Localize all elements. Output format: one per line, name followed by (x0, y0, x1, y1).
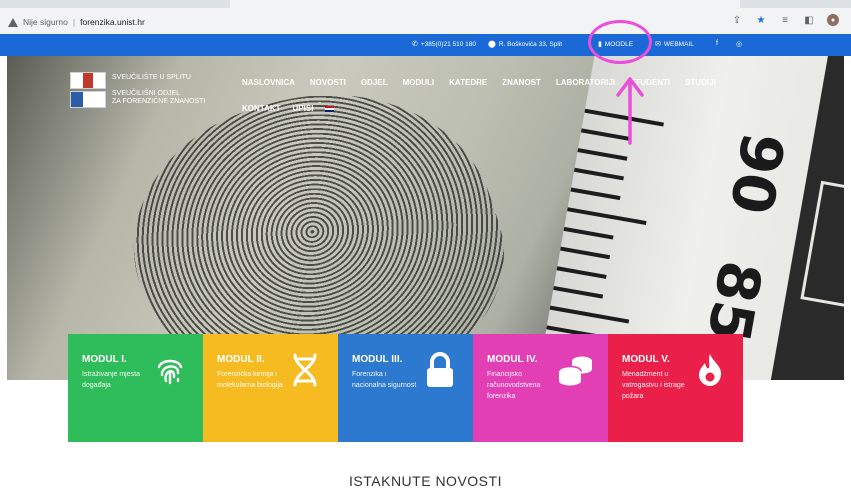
module-tile-5[interactable]: MODUL V. Menadžment u vatrogastvu i istr… (608, 334, 743, 442)
logo-university: SVEUČILIŠTE U SPLITU (112, 74, 191, 81)
nav-item-katedre[interactable]: KATEDRE (449, 78, 487, 87)
contact-bar: ✆ +385(0)21 510 180 ⬤ R. Boškovića 33, S… (0, 34, 851, 56)
ruler-number: 90 (716, 127, 798, 220)
browser-toolbar: Nije sigurno | forenzika.unist.hr ⇪ ★ ≡ … (0, 0, 851, 34)
module-tile-1[interactable]: MODUL I. Istraživanje mjesta događaja (68, 334, 203, 442)
module-description: Istraživanje mjesta događaja (82, 371, 140, 389)
module-tile-4[interactable]: MODUL IV. Financijsko računovodstvena fo… (473, 334, 608, 442)
security-label[interactable]: Nije sigurno (23, 17, 68, 27)
phone-item[interactable]: ✆ +385(0)21 510 180 (412, 40, 476, 49)
nav-item-upisi[interactable]: UPISI (293, 104, 314, 113)
profile-avatar[interactable]: ● (827, 14, 839, 26)
module-tiles: MODUL I. Istraživanje mjesta događaja MO… (68, 334, 743, 442)
dna-icon (283, 348, 327, 392)
address-text: R. Boškovića 33, Split (498, 40, 563, 48)
coins-icon (553, 348, 597, 392)
annotation-arrow (616, 77, 644, 145)
reading-list-icon[interactable]: ≡ (779, 14, 791, 26)
module-title: MODUL I. (82, 354, 127, 365)
nav-item-odjel[interactable]: ODJEL (361, 78, 388, 87)
flame-icon (688, 348, 732, 392)
site-logo[interactable]: SVEUČILIŠTE U SPLITU SVEUČILIŠNI ODJEL Z… (70, 72, 205, 108)
nav-item-naslovnica[interactable]: NASLOVNICA (242, 78, 295, 87)
fingerprint-icon (148, 348, 192, 392)
module-description: Forenzička kemija i molekularna biologij… (217, 371, 283, 389)
webmail-link[interactable]: ✉ WEBMAIL (655, 40, 694, 49)
nav-item-moduli[interactable]: MODULI (403, 78, 435, 87)
logo-department-2: ZA FORENZIČNE ZNANOSTI (112, 98, 206, 105)
module-title: MODUL II. (217, 354, 265, 365)
mail-icon: ✉ (655, 41, 661, 48)
module-description: Financijsko računovodstvena forenzika (487, 371, 541, 400)
news-section-title: ISTAKNUTE NOVOSTI (349, 473, 502, 489)
english-flag-icon[interactable] (325, 105, 335, 112)
logo-text: SVEUČILIŠTE U SPLITU SVEUČILIŠNI ODJEL Z… (112, 72, 205, 108)
nav-item-laboratoriji[interactable]: LABORATORIJI (556, 78, 615, 87)
separator: | (72, 17, 76, 27)
module-title: MODUL V. (622, 354, 670, 365)
facebook-icon: f (716, 40, 718, 47)
annotation-circle (588, 20, 652, 64)
phone-icon: ✆ (412, 41, 418, 48)
phone-number: +385(0)21 510 180 (420, 40, 476, 48)
browser-tab[interactable] (510, 0, 740, 8)
logo-crest (70, 72, 106, 108)
warning-icon (8, 17, 18, 27)
url-text[interactable]: forenzika.unist.hr (80, 17, 145, 27)
logo-department-1: SVEUČILIŠNI ODJEL (112, 90, 181, 97)
share-icon[interactable]: ⇪ (731, 14, 743, 26)
browser-actions: ⇪ ★ ≡ ◧ ● (731, 14, 839, 26)
instagram-icon: ◎ (736, 41, 743, 48)
nav-item-znanost[interactable]: ZNANOST (502, 78, 541, 87)
module-tile-2[interactable]: MODUL II. Forenzička kemija i molekularn… (203, 334, 338, 442)
address-item[interactable]: ⬤ R. Boškovića 33, Split (488, 40, 563, 49)
side-panel-icon[interactable]: ◧ (803, 14, 815, 26)
module-title: MODUL III. (352, 354, 403, 365)
nav-item-kontakt[interactable]: KONTAKT (242, 104, 281, 113)
module-tile-3[interactable]: MODUL III. Forenzika i nacionalna sigurn… (338, 334, 473, 442)
browser-tab[interactable] (230, 0, 510, 8)
bookmark-star-icon[interactable]: ★ (755, 14, 767, 26)
facebook-link[interactable]: f (716, 40, 718, 47)
instagram-link[interactable]: ◎ (736, 40, 742, 48)
nav-item-studiji[interactable]: STUDIJI (685, 78, 716, 87)
module-title: MODUL IV. (487, 354, 538, 365)
nav-item-novosti[interactable]: NOVOSTI (310, 78, 346, 87)
location-pin-icon: ⬤ (488, 41, 496, 48)
webmail-label: WEBMAIL (663, 40, 694, 48)
module-description: Forenzika i nacionalna sigurnost (352, 371, 417, 389)
module-description: Menadžment u vatrogastvu i istrage požar… (622, 371, 685, 400)
lock-icon (418, 348, 462, 392)
